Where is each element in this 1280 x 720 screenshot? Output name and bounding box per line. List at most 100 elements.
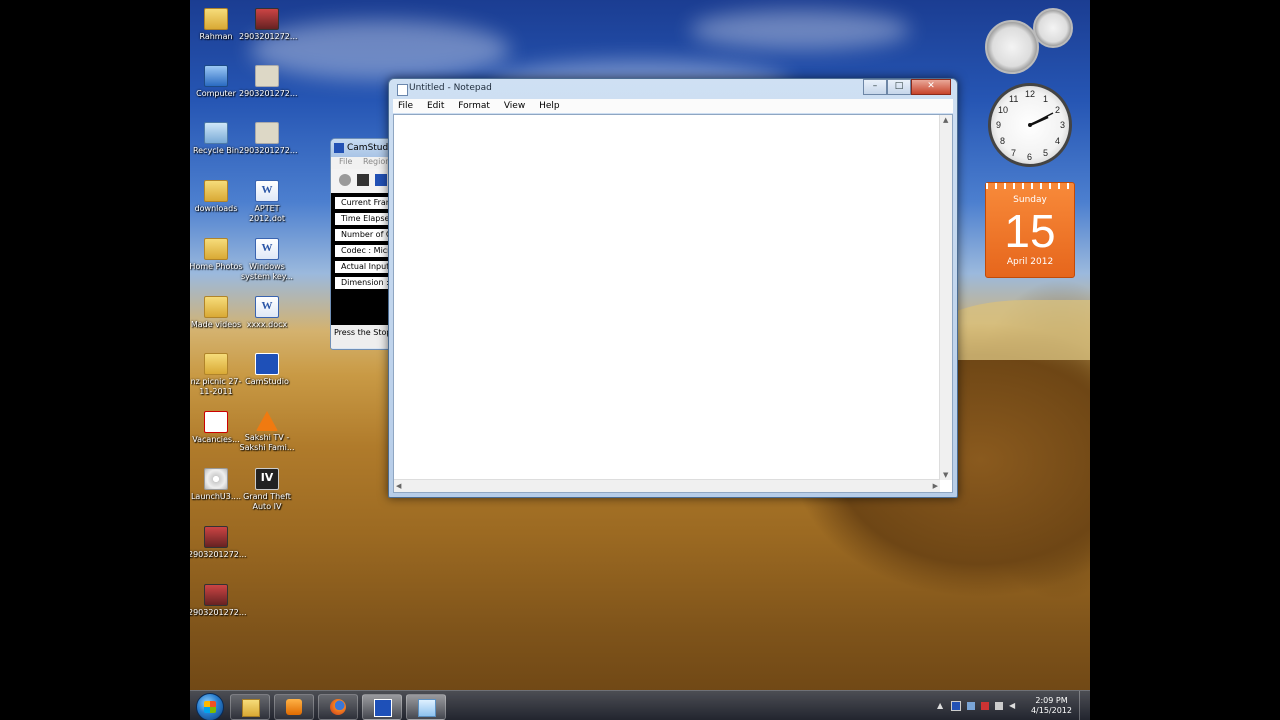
- taskbar-notepad-button[interactable]: [406, 694, 446, 720]
- taskbar-firefox-button[interactable]: [318, 694, 358, 720]
- image-icon: [204, 526, 228, 548]
- taskbar-explorer-button[interactable]: [230, 694, 270, 720]
- media-player-icon: [286, 699, 302, 715]
- system-tray: ▲ ◀ 2:09 PM 4/15/2012: [937, 691, 1072, 720]
- memory-gauge: [1033, 8, 1073, 48]
- notepad-menubar: File Edit Format View Help: [393, 99, 953, 113]
- desktop-icon-sakshi-tv[interactable]: Sakshi TV - Sakshi Fami...: [239, 411, 295, 453]
- calendar-date: 15: [1004, 205, 1056, 257]
- windows-logo-icon: [204, 701, 216, 713]
- menu-help[interactable]: Help: [539, 99, 560, 113]
- taskbar-camstudio-button[interactable]: [362, 694, 402, 720]
- desktop-icon-computer[interactable]: Computer: [190, 65, 244, 99]
- calendar-rings: [986, 183, 1074, 189]
- stop-button[interactable]: [375, 174, 387, 186]
- cpu-gauge: [985, 20, 1039, 74]
- clock-date: 4/15/2012: [1030, 706, 1072, 715]
- desktop-icon-gta-iv[interactable]: IV Grand Theft Auto IV: [239, 468, 295, 512]
- photo-icon: [255, 122, 279, 144]
- desktop-icon-photo-file[interactable]: 2903201272...: [239, 122, 298, 156]
- desktop-icon-xxxx-docx[interactable]: W xxxx.docx: [239, 296, 295, 330]
- notepad-titlebar[interactable]: Untitled - Notepad – □ ✕: [389, 79, 957, 99]
- scroll-up-arrow-icon[interactable]: ▲: [943, 116, 948, 124]
- calendar-month: April 2012: [1006, 257, 1054, 267]
- menu-file[interactable]: File: [398, 99, 413, 113]
- calendar-gadget[interactable]: Sunday 15 April 2012: [985, 182, 1075, 278]
- text-area[interactable]: [396, 117, 936, 476]
- notepad-editor: ▲ ▼ ◀ ▶: [393, 114, 953, 493]
- scroll-right-arrow-icon[interactable]: ▶: [933, 482, 938, 490]
- word-icon: W: [255, 296, 279, 318]
- desktop-icon-nz-picnic[interactable]: nz picnic 27-11-2011: [190, 353, 244, 397]
- start-button[interactable]: [196, 693, 224, 720]
- menu-format[interactable]: Format: [458, 99, 490, 113]
- horizontal-scrollbar[interactable]: ◀ ▶: [394, 479, 940, 492]
- pause-button[interactable]: [357, 174, 369, 186]
- desktop-icon-made-videos[interactable]: Made videos: [190, 296, 244, 330]
- desktop-icon-rahman[interactable]: Rahman: [190, 8, 244, 42]
- calendar-day: Sunday: [1013, 195, 1047, 205]
- desktop-icon-aptet[interactable]: W APTET 2012.dot: [239, 180, 295, 224]
- network-icon[interactable]: [966, 702, 975, 710]
- desktop-icon-downloads[interactable]: downloads: [190, 180, 244, 214]
- firefox-icon: [330, 699, 346, 715]
- maximize-button[interactable]: □: [887, 79, 911, 95]
- taskbar-media-player-button[interactable]: [274, 694, 314, 720]
- menu-view[interactable]: View: [504, 99, 525, 113]
- camstudio-tray-icon[interactable]: [950, 701, 961, 711]
- taskbar: ▲ ◀ 2:09 PM 4/15/2012: [190, 690, 1090, 720]
- notepad-title: Untitled - Notepad: [409, 83, 492, 93]
- vlc-icon: [256, 411, 278, 431]
- cpu-meter-gadget[interactable]: [985, 8, 1077, 74]
- power-icon[interactable]: [994, 702, 1003, 710]
- record-button[interactable]: [339, 174, 351, 186]
- camstudio-icon: [374, 699, 392, 717]
- desktop: Rahman Computer Recycle Bin downloads Ho…: [190, 0, 1090, 720]
- notepad-icon: [397, 84, 408, 96]
- clock-hands: [1028, 112, 1054, 127]
- vertical-scrollbar[interactable]: ▲ ▼: [939, 115, 952, 480]
- scroll-down-arrow-icon[interactable]: ▼: [943, 471, 948, 479]
- word-icon: W: [255, 180, 279, 202]
- folder-icon: [204, 8, 228, 30]
- desktop-icon-home-photos[interactable]: Home Photos: [190, 238, 244, 272]
- photo-icon: [255, 65, 279, 87]
- menu-edit[interactable]: Edit: [427, 99, 444, 113]
- camstudio-menu-file[interactable]: File: [339, 157, 352, 166]
- camstudio-menu-region[interactable]: Region: [363, 157, 390, 166]
- desktop-icon-image-file[interactable]: 2903201272...: [239, 8, 298, 42]
- desktop-icon-photo-file[interactable]: 2903201272...: [239, 65, 298, 99]
- window-controls: – □ ✕: [863, 79, 951, 95]
- minimize-button[interactable]: –: [863, 79, 887, 95]
- desktop-icon-vacancies[interactable]: Vacancies...: [190, 411, 244, 445]
- desktop-icon-image-file[interactable]: 2903201272...: [190, 526, 247, 560]
- computer-icon: [204, 65, 228, 87]
- camstudio-icon: [334, 143, 344, 153]
- camstudio-icon: [255, 353, 279, 375]
- show-hidden-icons-icon[interactable]: ▲: [937, 702, 945, 710]
- desktop-icon-camstudio[interactable]: CamStudio: [239, 353, 295, 387]
- volume-icon[interactable]: ◀: [1009, 702, 1017, 710]
- clock-gadget[interactable]: 12 3 6 9 1 2 4 5 7 8 10 11: [988, 83, 1072, 167]
- close-button[interactable]: ✕: [911, 79, 951, 95]
- show-desktop-button[interactable]: [1079, 691, 1090, 720]
- word-icon: W: [255, 238, 279, 260]
- folder-icon: [242, 699, 260, 717]
- notepad-window[interactable]: Untitled - Notepad – □ ✕ File Edit Forma…: [388, 78, 958, 498]
- scroll-left-arrow-icon[interactable]: ◀: [396, 482, 401, 490]
- taskbar-clock[interactable]: 2:09 PM 4/15/2012: [1031, 696, 1072, 716]
- desktop-icon-recycle-bin[interactable]: Recycle Bin: [190, 122, 244, 156]
- desktop-icon-launchu3[interactable]: LaunchU3....: [190, 468, 244, 502]
- desktop-icon-windows-system-key[interactable]: W Windows system key...: [239, 238, 295, 282]
- notepad-icon: [418, 699, 436, 717]
- desktop-icon-image-file[interactable]: 2903201272...: [190, 584, 247, 618]
- gta-icon: IV: [255, 468, 279, 490]
- image-icon: [255, 8, 279, 30]
- folder-icon: [204, 353, 228, 375]
- folder-icon: [204, 296, 228, 318]
- clock-time: 2:09 PM: [1035, 696, 1068, 705]
- action-center-icon[interactable]: [980, 702, 989, 710]
- image-icon: [204, 584, 228, 606]
- folder-icon: [204, 180, 228, 202]
- recycle-bin-icon: [204, 122, 228, 144]
